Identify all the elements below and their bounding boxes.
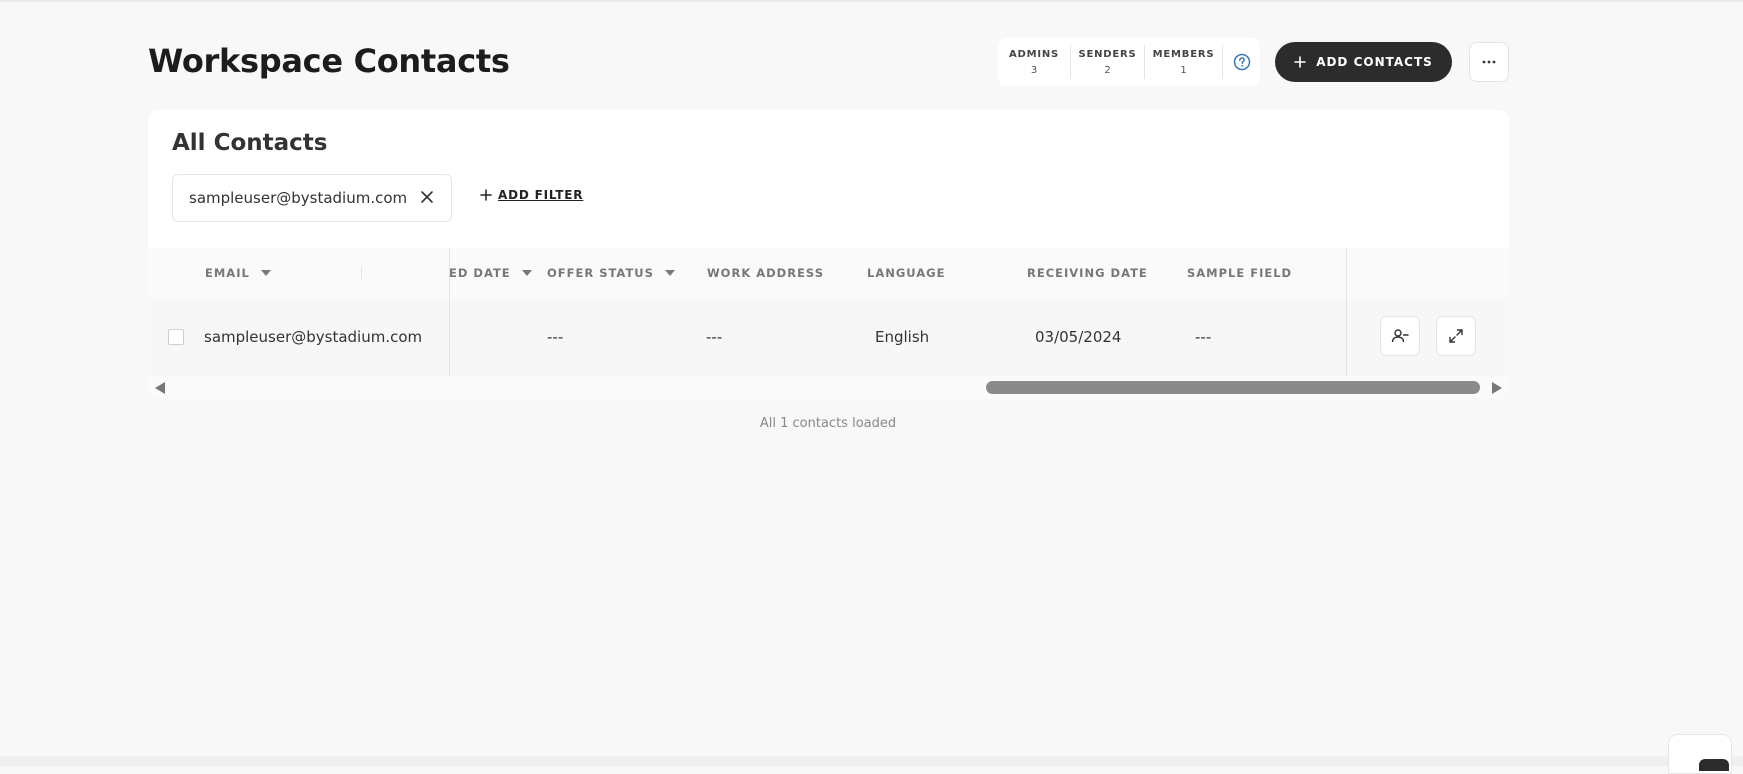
horizontal-scrollbar[interactable] — [148, 376, 1509, 398]
column-label-created-date: ED DATE — [449, 266, 511, 280]
cell-receiving-date: 03/05/2024 — [1035, 328, 1122, 346]
ellipsis-icon — [1482, 60, 1496, 64]
pinned-column-divider — [449, 248, 450, 376]
column-label-offer-status: OFFER STATUS — [547, 266, 654, 280]
column-header-created-date[interactable]: ED DATE — [449, 248, 533, 298]
expand-contact-button[interactable] — [1436, 316, 1476, 356]
add-contacts-label: ADD CONTACTS — [1316, 55, 1433, 69]
close-icon[interactable] — [419, 189, 435, 205]
user-minus-icon — [1391, 329, 1409, 343]
cell-sample-field: --- — [1195, 328, 1212, 346]
senders-count: 2 — [1104, 64, 1111, 76]
members-label: MEMBERS — [1152, 48, 1215, 60]
expand-icon — [1449, 329, 1463, 343]
add-filter-label: ADD FILTER — [498, 188, 584, 202]
add-filter-button[interactable]: ADD FILTER — [480, 188, 583, 202]
column-header-offer-status[interactable]: OFFER STATUS — [547, 248, 676, 298]
role-stats: ADMINS 3 SENDERS 2 MEMBERS 1 — [998, 38, 1260, 86]
scroll-left-arrow-icon[interactable] — [154, 381, 166, 395]
members-stat[interactable]: MEMBERS 1 — [1144, 45, 1222, 79]
table-row[interactable]: sampleuser@bystadium.com --- --- English… — [148, 298, 1509, 386]
scrollbar-thumb[interactable] — [986, 381, 1480, 394]
contacts-loaded-status: All 1 contacts loaded — [759, 416, 897, 431]
cell-language: English — [875, 328, 930, 346]
bottom-bar — [0, 756, 1743, 766]
more-options-button[interactable] — [1469, 42, 1509, 82]
top-border — [0, 0, 1743, 2]
contacts-card: All Contacts sampleuser@bystadium.com AD… — [148, 110, 1509, 398]
column-header-receiving-date[interactable]: RECEIVING DATE — [1027, 248, 1148, 298]
column-header-work-address[interactable]: WORK ADDRESS — [707, 248, 824, 298]
column-header-sample-field[interactable]: SAMPLE FIELD — [1187, 248, 1292, 298]
caret-down-icon[interactable] — [664, 269, 676, 277]
members-count: 1 — [1180, 64, 1187, 76]
plus-icon — [480, 189, 492, 201]
cell-email: sampleuser@bystadium.com — [204, 328, 423, 346]
remove-contact-button[interactable] — [1380, 316, 1420, 356]
caret-down-icon[interactable] — [521, 269, 533, 277]
column-label-receiving-date: RECEIVING DATE — [1027, 266, 1148, 280]
row-checkbox[interactable] — [168, 329, 184, 345]
column-label-email: EMAIL — [205, 266, 250, 280]
chat-bubble-icon — [1699, 759, 1729, 771]
column-label-language: LANGUAGE — [867, 266, 946, 280]
column-header-language[interactable]: LANGUAGE — [867, 248, 945, 298]
filter-chip-value: sampleuser@bystadium.com — [189, 189, 408, 207]
chat-widget-button[interactable] — [1668, 734, 1732, 774]
scroll-right-arrow-icon[interactable] — [1491, 381, 1503, 395]
column-label-work-address: WORK ADDRESS — [707, 266, 824, 280]
plus-icon — [1294, 56, 1306, 68]
add-contacts-button[interactable]: ADD CONTACTS — [1275, 42, 1452, 82]
column-header-email[interactable]: EMAIL — [205, 248, 272, 298]
contacts-heading: All Contacts — [172, 130, 328, 156]
help-button[interactable] — [1222, 45, 1260, 79]
column-resize-handle[interactable] — [361, 267, 362, 279]
caret-down-icon[interactable] — [260, 269, 272, 277]
page-title: Workspace Contacts — [148, 42, 510, 80]
email-filter-chip[interactable]: sampleuser@bystadium.com — [172, 174, 452, 222]
admins-stat[interactable]: ADMINS 3 — [998, 45, 1070, 79]
table-header: EMAIL ED DATE OFFER STATUS WORK ADDRESS … — [148, 248, 1509, 298]
admins-label: ADMINS — [1008, 48, 1060, 60]
column-label-sample-field: SAMPLE FIELD — [1187, 266, 1293, 280]
admins-count: 3 — [1030, 64, 1038, 76]
cell-offer-status: --- — [547, 328, 564, 346]
senders-label: SENDERS — [1078, 48, 1137, 60]
senders-stat[interactable]: SENDERS 2 — [1070, 45, 1144, 79]
actions-column-divider — [1346, 248, 1347, 376]
question-circle-icon — [1233, 53, 1250, 71]
cell-work-address: --- — [706, 328, 723, 346]
